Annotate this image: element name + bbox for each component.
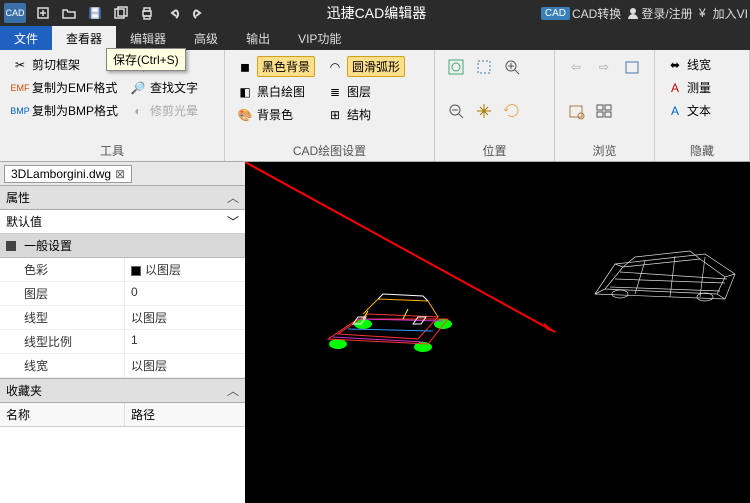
property-row[interactable]: 色彩以图层 (0, 258, 245, 282)
zoom-extents-icon[interactable] (443, 54, 469, 80)
app-logo: CAD (4, 3, 26, 23)
zoom-out-icon[interactable] (443, 98, 469, 124)
rotate-icon[interactable] (499, 98, 525, 124)
tab-viewer[interactable]: 查看器 (52, 26, 116, 50)
save-tooltip: 保存(Ctrl+S) (106, 48, 186, 71)
pan-icon[interactable] (471, 98, 497, 124)
favorites-body (0, 427, 245, 503)
group-hide-label: 隐藏 (663, 140, 741, 159)
property-row[interactable]: 图层0 (0, 282, 245, 306)
copy-bmp-button[interactable]: BMP复制为BMP格式 (8, 100, 122, 121)
bw-draw-button[interactable]: ◧黑白绘图 (233, 81, 319, 102)
bg-color-button[interactable]: 🎨背景色 (233, 104, 319, 125)
close-tab-icon[interactable]: ⊠ (115, 167, 125, 181)
ribbon: 保存(Ctrl+S) ✂剪切框架 EMF复制为EMF格式 BMP复制为BMP格式… (0, 50, 750, 162)
property-row[interactable]: 线型以图层 (0, 306, 245, 330)
file-tab[interactable]: 3DLamborgini.dwg⊠ (4, 165, 132, 183)
nav-left-icon: ⇦ (563, 54, 589, 80)
smooth-arc-button[interactable]: ◠圆滑弧形 (323, 54, 409, 79)
group-browse-label: 浏览 (563, 140, 646, 159)
property-row[interactable]: 线型比例1 (0, 330, 245, 354)
undo-icon[interactable] (162, 2, 184, 24)
find-text-button[interactable]: 🔎查找文字 (126, 77, 202, 98)
join-vip-link[interactable]: ¥加入VI (699, 5, 748, 22)
tab-output[interactable]: 输出 (232, 26, 284, 50)
black-bg-button[interactable]: ◼黑色背景 (233, 54, 319, 79)
titlebar: CAD 迅捷CAD编辑器 CADCAD转换 登录/注册 ¥加入VI (0, 0, 750, 26)
tab-file[interactable]: 文件 (0, 26, 52, 50)
group-draw-label: CAD绘图设置 (233, 140, 426, 159)
login-link[interactable]: 登录/注册 (627, 5, 692, 22)
properties-grid: 色彩以图层图层0线型以图层线型比例1线宽以图层 (0, 258, 245, 378)
menubar: 文件 查看器 编辑器 高级 输出 VIP功能 (0, 26, 750, 50)
trim-halo-button: ◐修剪光晕 (126, 100, 202, 121)
svg-text:¥: ¥ (699, 7, 706, 19)
save-all-icon[interactable] (110, 2, 132, 24)
app-title: 迅捷CAD编辑器 (212, 3, 541, 23)
copy-emf-button[interactable]: EMF复制为EMF格式 (8, 77, 122, 98)
property-row[interactable]: 线宽以图层 (0, 354, 245, 378)
structure-button[interactable]: ⊞结构 (323, 104, 409, 125)
redo-icon[interactable] (188, 2, 210, 24)
print-icon[interactable] (136, 2, 158, 24)
general-section[interactable]: 一般设置 (0, 234, 245, 258)
nav-right-icon: ⇨ (591, 54, 617, 80)
layer-button[interactable]: ≣图层 (323, 81, 409, 102)
tab-advanced[interactable]: 高级 (180, 26, 232, 50)
model-car-colored (308, 269, 468, 359)
model-car-wireframe (585, 239, 745, 319)
collapse-fav-icon[interactable]: ︿ (227, 382, 239, 399)
tab-editor[interactable]: 编辑器 (116, 26, 180, 50)
group-tools-label: 工具 (8, 140, 216, 159)
properties-header: 属性︿ (0, 186, 245, 210)
linewidth-button[interactable]: ⬌线宽 (663, 54, 715, 75)
open-file-icon[interactable] (58, 2, 80, 24)
cad-convert-link[interactable]: CADCAD转换 (541, 5, 621, 22)
left-panel: 3DLamborgini.dwg⊠ 属性︿ 默认值﹀ 一般设置 色彩以图层图层0… (0, 162, 245, 503)
favorites-header: 收藏夹︿ (0, 378, 245, 403)
new-file-icon[interactable] (32, 2, 54, 24)
workspace: 3DLamborgini.dwg⊠ 属性︿ 默认值﹀ 一般设置 色彩以图层图层0… (0, 162, 750, 503)
file-tabs: 3DLamborgini.dwg⊠ (0, 162, 245, 186)
zoom-window-icon[interactable] (471, 54, 497, 80)
collapse-props-icon[interactable]: ︿ (227, 189, 239, 206)
named-view-icon[interactable] (563, 98, 589, 124)
zoom-in-icon[interactable] (499, 54, 525, 80)
tab-vip[interactable]: VIP功能 (284, 26, 355, 50)
group-position-label: 位置 (443, 140, 546, 159)
save-icon[interactable] (84, 2, 106, 24)
view-list-icon[interactable] (591, 98, 617, 124)
home-view-icon[interactable] (619, 54, 645, 80)
text-button[interactable]: A文本 (663, 100, 715, 121)
favorites-columns: 名称路径 (0, 403, 245, 427)
viewport[interactable] (245, 162, 750, 503)
clip-frame-button[interactable]: ✂剪切框架 (8, 54, 122, 75)
measure-button[interactable]: A测量 (663, 77, 715, 98)
default-value-row[interactable]: 默认值﹀ (0, 210, 245, 234)
